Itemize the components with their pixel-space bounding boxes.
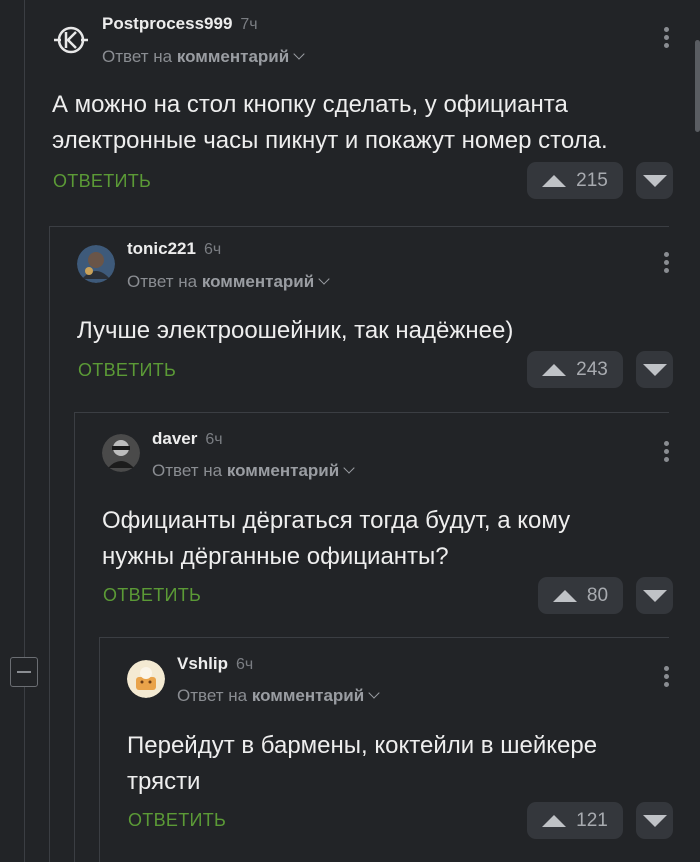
downvote-button[interactable] [636,802,673,839]
avatar[interactable] [102,434,140,472]
triangle-up-icon [542,174,567,187]
upvote-button[interactable]: 80 [538,577,623,614]
comment-text: Официанты дёргаться тогда будут, а кому … [102,507,571,570]
thread-line [24,0,25,862]
reply-to-target[interactable]: комментарий [177,47,289,66]
reply-to[interactable]: Ответ на комментарий [152,461,355,481]
reply-button[interactable]: ОТВЕТИТЬ [128,810,226,831]
reply-button[interactable]: ОТВЕТИТЬ [103,585,201,606]
comment-time: 7ч [240,16,258,33]
comment-author[interactable]: daver 6ч [152,429,223,449]
author-name[interactable]: Postprocess999 [102,14,232,33]
comment-time: 6ч [205,431,223,448]
comment-time: 6ч [203,241,222,258]
reply-to[interactable]: Ответ на комментарий [177,686,380,706]
comment-text: Перейдут в бармены, коктейли в шейкере т… [127,732,598,795]
reply-to-target[interactable]: комментарий [227,461,339,480]
scrollbar[interactable] [695,40,700,132]
transistor-logo-icon [54,26,88,54]
avatar[interactable] [52,21,90,59]
thread-line [99,637,100,862]
rating-count: 80 [586,584,609,606]
reply-button[interactable]: ОТВЕТИТЬ [78,360,176,381]
upvote-button[interactable]: 121 [527,802,623,839]
downvote-button[interactable] [636,162,673,199]
triangle-down-icon [642,814,667,827]
reply-to-prefix: Ответ на [177,686,248,705]
author-name[interactable]: daver [152,429,197,448]
comment-author[interactable]: Postprocess999 7ч [102,14,258,34]
thread-line [49,226,50,862]
minus-icon [17,671,31,673]
author-name[interactable]: tonic221 [127,239,196,258]
user-photo-icon [102,434,140,472]
avatar[interactable] [127,660,165,698]
author-name[interactable]: Vshlip [177,654,228,673]
chevron-down-icon [368,687,380,699]
reply-to[interactable]: Ответ на комментарий [127,272,330,292]
more-menu-icon[interactable] [664,666,670,690]
reply-to-prefix: Ответ на [102,47,173,66]
reply-to-target[interactable]: комментарий [252,686,364,705]
triangle-up-icon [542,814,567,827]
downvote-button[interactable] [636,351,673,388]
more-menu-icon[interactable] [664,441,670,465]
rating-count: 121 [576,809,608,831]
triangle-down-icon [642,174,667,187]
reply-button[interactable]: ОТВЕТИТЬ [53,171,151,192]
comment-text: Лучше электроошейник, так надёжнее) [77,317,514,344]
thread-connector [99,637,669,638]
rating-count: 215 [576,169,608,191]
avatar[interactable] [77,245,115,283]
triangle-down-icon [642,589,667,602]
user-photo-icon [77,245,115,283]
user-photo-icon [127,660,165,698]
thread-connector [74,412,669,413]
upvote-button[interactable]: 215 [527,162,623,199]
thread-connector [49,226,669,227]
triangle-up-icon [542,363,567,376]
triangle-down-icon [642,363,667,376]
upvote-button[interactable]: 243 [527,351,623,388]
more-menu-icon[interactable] [664,27,670,51]
comment-time: 6ч [236,656,254,673]
comment-author[interactable]: Vshlip 6ч [177,654,253,674]
reply-to[interactable]: Ответ на комментарий [102,47,305,67]
reply-to-prefix: Ответ на [152,461,223,480]
more-menu-icon[interactable] [664,252,670,276]
chevron-down-icon [293,48,305,60]
chevron-down-icon [318,273,330,285]
comment-text: А можно на стол кнопку сделать, у официа… [52,91,608,154]
comment-author[interactable]: tonic221 6ч [127,239,221,259]
reply-to-prefix: Ответ на [127,272,198,291]
chevron-down-icon [343,462,355,474]
downvote-button[interactable] [636,577,673,614]
collapse-thread-button[interactable] [10,657,38,687]
reply-to-target[interactable]: комментарий [202,272,314,291]
rating-count: 243 [576,358,608,380]
triangle-up-icon [552,589,577,602]
thread-line [74,412,75,862]
